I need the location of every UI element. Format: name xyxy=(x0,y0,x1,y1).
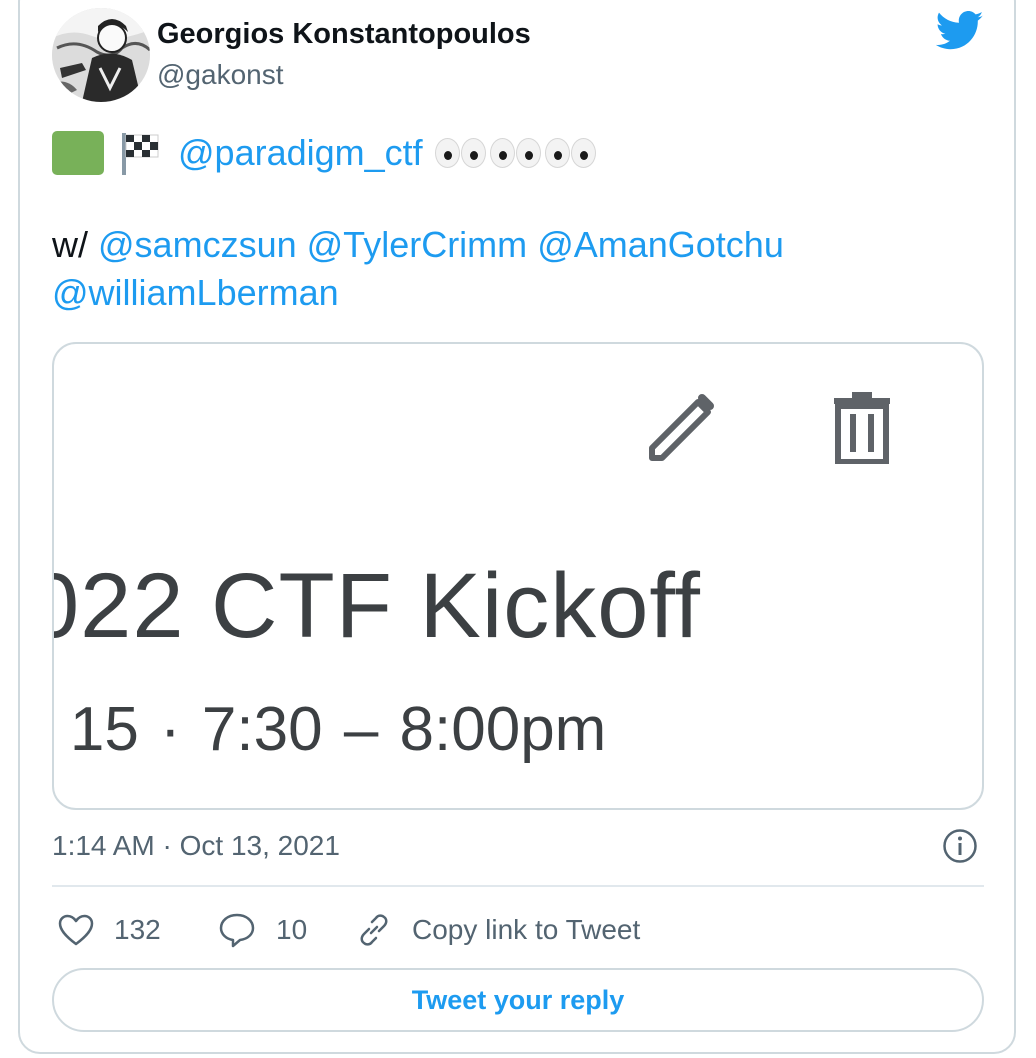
avatar[interactable] xyxy=(52,8,150,102)
mention-amangotchu[interactable]: @AmanGotchu xyxy=(537,224,784,265)
eyes-icon xyxy=(434,138,486,168)
event-time: r 15 · 7:30 – 8:00pm xyxy=(52,695,607,764)
mention-williamlberman[interactable]: @williamLberman xyxy=(52,272,339,313)
trash-icon xyxy=(834,392,890,464)
tweet-timestamp[interactable]: 1:14 AM · Oct 13, 2021 xyxy=(52,830,340,862)
twitter-bird-icon[interactable] xyxy=(936,10,984,52)
green-square-icon xyxy=(52,131,104,175)
tweet-text-line-3: @williamLberman xyxy=(52,272,339,314)
chequered-flag-icon xyxy=(122,133,159,175)
info-icon[interactable] xyxy=(942,828,978,864)
pencil-icon xyxy=(649,394,714,461)
author-display-name[interactable]: Georgios Konstantopoulos xyxy=(157,18,531,51)
divider xyxy=(52,885,984,887)
eyes-emoji-group xyxy=(434,138,596,168)
like-button[interactable]: 132 xyxy=(58,908,161,952)
mention-tylercrimm[interactable]: @TylerCrimm xyxy=(307,224,528,265)
tweet-text-line-2: w/ @samczsun @TylerCrimm @AmanGotchu xyxy=(52,224,784,266)
tweet-text-line-1: @paradigm_ctf xyxy=(52,128,596,178)
copy-link-button[interactable]: Copy link to Tweet xyxy=(356,908,640,952)
mention-samczsun[interactable]: @samczsun xyxy=(98,224,297,265)
link-icon xyxy=(360,914,388,946)
with-prefix: w/ xyxy=(52,224,88,265)
event-title: 022 CTF Kickoff xyxy=(52,555,701,657)
reply-count: 10 xyxy=(276,914,308,945)
like-count: 132 xyxy=(114,914,161,945)
copy-link-label: Copy link to Tweet xyxy=(412,914,641,945)
tweet-media-image[interactable]: 022 CTF Kickoff r 15 · 7:30 – 8:00pm xyxy=(52,342,984,810)
heart-icon xyxy=(58,914,94,946)
speech-bubble-icon xyxy=(219,913,255,948)
author-handle[interactable]: @gakonst xyxy=(157,59,284,91)
reply-count-button[interactable]: 10 xyxy=(218,908,307,952)
eyes-icon xyxy=(544,138,596,168)
tweet-your-reply-button[interactable]: Tweet your reply xyxy=(52,968,984,1032)
mention-paradigm-ctf[interactable]: @paradigm_ctf xyxy=(178,132,423,174)
eyes-icon xyxy=(489,138,541,168)
